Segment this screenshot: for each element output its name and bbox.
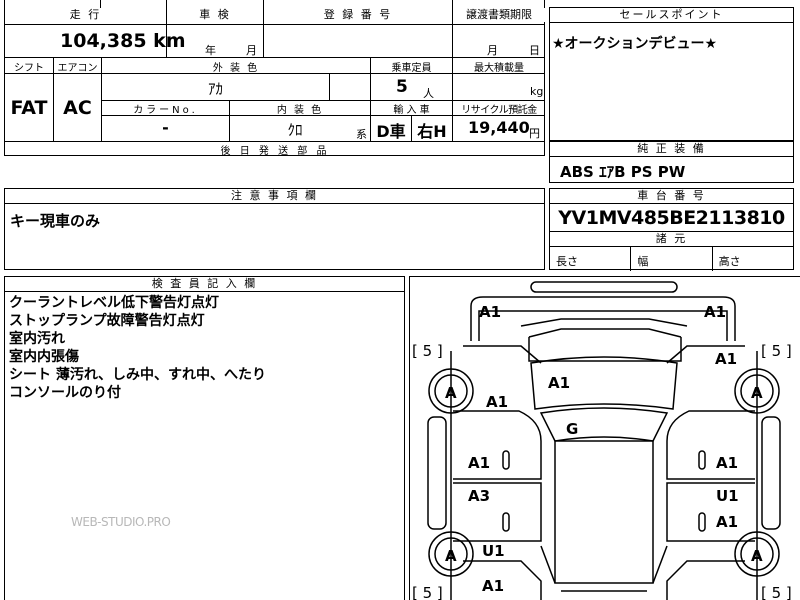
mileage-value: 104,385 km (60, 30, 186, 52)
mark-left-rear-door: A3 (468, 487, 490, 505)
recycle-value: 19,440 (468, 118, 530, 137)
notes-header: 注 意 事 項 欄 (5, 189, 544, 204)
mark-right-fender: A1 (715, 350, 737, 368)
mark-bracket-bottom-left: [ 5 ] (412, 584, 443, 600)
import-value-2: 右H (417, 122, 447, 141)
mark-right-front-door: A1 (716, 454, 738, 472)
mark-front-left: A1 (479, 303, 501, 321)
inspector-line: ストップランプ故障警告灯点灯 (9, 313, 205, 329)
sales-point-header: セールスポイント (550, 8, 793, 23)
import-header: 輸 入 車 (393, 105, 430, 116)
mark-bracket-top-right: [ 5 ] (761, 342, 792, 360)
capacity-value: 5 (396, 77, 408, 97)
inspection-year-unit: 年 (205, 44, 216, 57)
mark-wheel-fr: A (751, 384, 763, 402)
watermark: WEB-STUDIO.PRO (71, 515, 171, 529)
interior-value: ｸﾛ (287, 121, 303, 139)
inspector-lines: クーラントレベル低下警告灯点灯 ストップランプ故障警告灯点灯 室内汚れ 室内内張… (5, 292, 404, 404)
color-no-value: - (162, 118, 169, 137)
notes-box: 注 意 事 項 欄 キー現車のみ (4, 188, 545, 270)
registration-header: 登 録 番 号 (264, 8, 452, 22)
transfer-header: 譲渡書類期限 (453, 8, 545, 22)
inspector-line: コンソールのり付 (9, 385, 121, 401)
max-load-header: 最大積載量 (474, 63, 524, 74)
recycle-unit: 円 (529, 127, 540, 140)
mark-right-rear-door-upper: U1 (716, 487, 739, 505)
capacity-header: 乗車定員 (391, 63, 432, 74)
interior-suffix: 系 (356, 128, 367, 141)
color-no-header: カラーNo. (133, 105, 198, 116)
car-diagram: A1 A1 [ 5 ] [ 5 ] A A A1 A1 A1 G A1 A1 A… (412, 281, 792, 600)
inspector-line: 室内汚れ (9, 331, 65, 347)
car-diagram-box: A1 A1 [ 5 ] [ 5 ] A A A1 A1 A1 G A1 A1 A… (409, 276, 800, 600)
mark-wheel-fl: A (445, 384, 457, 402)
mileage-header: 走 行 (5, 8, 166, 22)
mark-bracket-bottom-right: [ 5 ] (761, 584, 792, 600)
import-value-1: D車 (376, 122, 406, 141)
mark-hood: A1 (548, 374, 570, 392)
shift-value: FAT (10, 97, 48, 119)
dimensions-header: 諸 元 (550, 232, 793, 247)
inspector-header: 検 査 員 記 入 欄 (5, 277, 404, 292)
shift-header: シフト (14, 63, 44, 74)
rear-parts-header: 後 日 発 送 部 品 (220, 146, 330, 157)
inspector-box: 検 査 員 記 入 欄 クーラントレベル低下警告灯点灯 ストップランプ故障警告灯… (4, 276, 405, 600)
mileage-unit: km (153, 30, 186, 52)
mileage-number: 104,385 (60, 30, 147, 52)
inspector-line: クーラントレベル低下警告灯点灯 (9, 295, 219, 311)
inspector-line: 室内内張傷 (9, 349, 79, 365)
equipment-text: ABS ｴｱB PS PW (560, 163, 686, 181)
exterior-header: 外 装 色 (212, 63, 260, 74)
dimension-length: 長さ (550, 247, 632, 271)
mark-rear-left: A1 (482, 577, 504, 595)
inspection-header: 車 検 (167, 8, 263, 22)
dimension-height: 高さ (718, 255, 741, 268)
transfer-month-unit: 月 (487, 44, 498, 57)
mark-glass: G (566, 420, 578, 438)
mark-left-quarter: U1 (482, 542, 505, 560)
mark-wheel-rr: A (751, 547, 763, 565)
capacity-unit: 人 (423, 87, 434, 100)
notes-text: キー現車のみ (10, 212, 101, 230)
mark-wheel-rl: A (445, 547, 457, 565)
mark-right-rear-door-lower: A1 (716, 513, 738, 531)
aircon-header: エアコン (57, 63, 98, 74)
exterior-value: ｱｶ (207, 80, 223, 98)
chassis-value: YV1MV485BE2113810 (550, 204, 793, 232)
transfer-day-unit: 日 (529, 44, 540, 57)
dimension-width: 幅 (631, 247, 713, 271)
equipment-box: 純 正 装 備 ABS ｴｱB PS PW (549, 141, 794, 183)
mark-bracket-top-left: [ 5 ] (412, 342, 443, 360)
inspection-month-unit: 月 (246, 44, 257, 57)
equipment-header: 純 正 装 備 (550, 141, 793, 157)
recycle-header: リサイクル預託金 (461, 105, 537, 116)
aircon-value: AC (63, 97, 92, 119)
mark-front-right: A1 (704, 303, 726, 321)
mark-left-fender: A1 (486, 393, 508, 411)
interior-header: 内 装 色 (276, 105, 324, 116)
mark-left-front-door: A1 (468, 454, 490, 472)
max-load-unit: kg (530, 85, 544, 98)
inspector-line: シート 薄汚れ、しみ中、すれ中、へたり (9, 367, 267, 383)
sales-point-box: セールスポイント ★オークションデビュー★ (549, 7, 794, 141)
chassis-box: 車 台 番 号 YV1MV485BE2113810 諸 元 長さ 幅 高さ (549, 188, 794, 271)
sales-point-text: ★オークションデビュー★ (552, 36, 718, 52)
chassis-header: 車 台 番 号 (550, 189, 793, 204)
